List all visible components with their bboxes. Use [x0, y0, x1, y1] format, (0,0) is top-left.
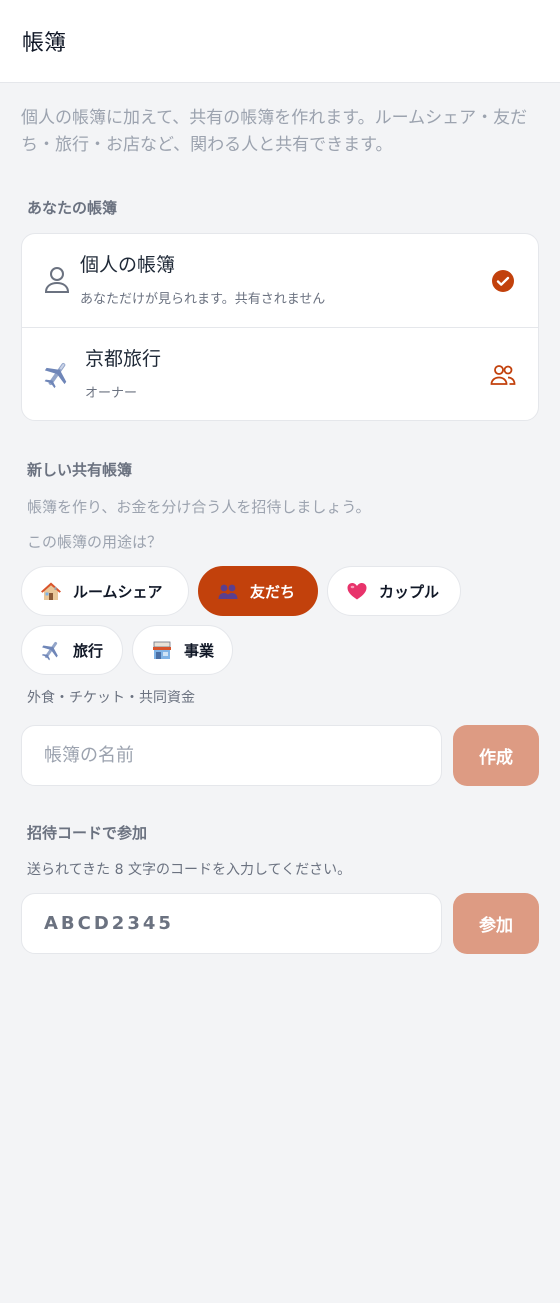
create-ledger-row: 作成: [21, 725, 539, 786]
ledger-name-input[interactable]: [21, 725, 442, 786]
join-row: 参加: [21, 893, 539, 954]
create-button[interactable]: 作成: [453, 725, 539, 786]
people-icon: [216, 579, 240, 603]
purpose-question: この帳簿の用途は？: [27, 533, 163, 551]
ledger-item-kyoto-trip[interactable]: 京都旅行 オーナー: [22, 327, 538, 420]
group-icon: [490, 362, 516, 388]
purpose-chip-couple[interactable]: カップル: [327, 566, 461, 616]
ledger-item-text: 個人の帳簿 あなただけが見られます。共有されません: [80, 252, 325, 307]
airplane-icon: [39, 638, 63, 662]
ledger-list: 個人の帳簿 あなただけが見られます。共有されません 京都旅行 オーナー: [21, 233, 539, 421]
purpose-chips: ルームシェア 友だち カップル 旅行 事業: [21, 566, 539, 675]
purpose-chip-business[interactable]: 事業: [132, 625, 233, 675]
purpose-hint: 外食・チケット・共同資金: [27, 690, 195, 706]
chip-label: 旅行: [73, 642, 104, 660]
join-description: 送られてきた 8 文字のコードを入力してください。: [27, 862, 352, 878]
join-label: 招待コードで参加: [27, 824, 148, 842]
house-icon: [39, 579, 63, 603]
heart-icon: [345, 579, 369, 603]
ledger-item-title: 京都旅行: [85, 348, 162, 370]
ledger-item-subtitle: あなただけが見られます。共有されません: [80, 292, 326, 307]
ledger-item-text: 京都旅行 オーナー: [85, 346, 161, 401]
ledger-item-subtitle: オーナー: [85, 386, 138, 401]
your-ledgers-label: あなたの帳簿: [27, 199, 118, 217]
person-icon: [42, 264, 72, 296]
new-shared-label: 新しい共有帳簿: [27, 461, 133, 479]
chip-label: 事業: [184, 642, 215, 660]
purpose-chip-roomshare[interactable]: ルームシェア: [21, 566, 189, 616]
chip-label: カップル: [379, 583, 440, 601]
app-root: 帳簿 個人の帳簿に加えて、共有の帳簿を作れます。ルームシェア・友だち・旅行・お店…: [0, 0, 560, 1303]
chip-label: 友だち: [250, 583, 296, 601]
ledger-item-title: 個人の帳簿: [80, 254, 176, 276]
app-header: 帳簿: [0, 0, 560, 83]
main-content: 個人の帳簿に加えて、共有の帳簿を作れます。ルームシェア・友だち・旅行・お店など、…: [0, 105, 560, 954]
page-title: 帳簿: [22, 31, 67, 56]
chip-label: ルームシェア: [73, 583, 163, 601]
new-shared-description: 帳簿を作り、お金を分け合う人を招待しましょう。: [27, 498, 371, 516]
invite-code-input[interactable]: [21, 893, 442, 954]
intro-text: 個人の帳簿に加えて、共有の帳簿を作れます。ルームシェア・友だち・旅行・お店など、…: [21, 108, 528, 155]
shop-icon: [150, 638, 174, 662]
join-button[interactable]: 参加: [453, 893, 539, 954]
purpose-chip-friends[interactable]: 友だち: [198, 566, 318, 616]
ledger-item-personal[interactable]: 個人の帳簿 あなただけが見られます。共有されません: [22, 234, 538, 327]
airplane-icon: [42, 358, 72, 390]
purpose-chip-travel[interactable]: 旅行: [21, 625, 123, 675]
check-circle-icon: [490, 268, 516, 294]
